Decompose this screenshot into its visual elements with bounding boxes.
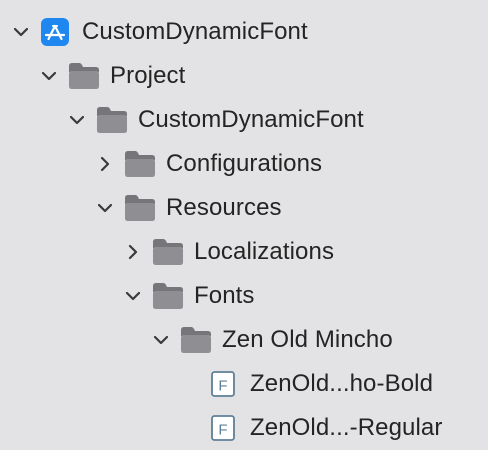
chevron-down-icon[interactable] <box>96 199 114 217</box>
folder-icon <box>152 238 184 266</box>
folder-icon <box>124 150 156 178</box>
navigator-item-label: ZenOld...-Regular <box>250 414 443 441</box>
navigator-row-project-root[interactable]: CustomDynamicFont <box>0 10 488 54</box>
chevron-down-icon[interactable] <box>40 67 58 85</box>
chevron-down-icon[interactable] <box>124 287 142 305</box>
navigator-item-label: Project <box>110 62 186 89</box>
font-file-icon: F <box>210 414 242 442</box>
navigator-item-label: Resources <box>166 194 282 221</box>
folder-icon <box>124 194 156 222</box>
navigator-item-label: Localizations <box>194 238 335 265</box>
folder-icon <box>68 62 100 90</box>
navigator-row-localizations[interactable]: Localizations <box>0 230 488 274</box>
navigator-row-fonts[interactable]: Fonts <box>0 274 488 318</box>
navigator-item-label: CustomDynamicFont <box>138 106 364 133</box>
chevron-right-icon[interactable] <box>124 243 142 261</box>
navigator-item-label: ZenOld...ho-Bold <box>250 370 434 397</box>
navigator-row-configurations[interactable]: Configurations <box>0 142 488 186</box>
navigator-row-zen-old-mincho[interactable]: Zen Old Mincho <box>0 318 488 362</box>
folder-icon <box>152 282 184 310</box>
font-file-badge: F <box>218 378 227 395</box>
navigator-row-font-file-regular[interactable]: F ZenOld...-Regular <box>0 406 488 450</box>
folder-icon <box>180 326 212 354</box>
navigator-item-label: Configurations <box>166 150 323 177</box>
font-file-badge: F <box>218 422 227 439</box>
navigator-row-font-file-bold[interactable]: F ZenOld...ho-Bold <box>0 362 488 406</box>
chevron-down-icon[interactable] <box>152 331 170 349</box>
navigator-item-label: CustomDynamicFont <box>82 18 308 45</box>
navigator-item-label: Zen Old Mincho <box>222 326 393 353</box>
navigator-item-label: Fonts <box>194 282 255 309</box>
chevron-down-icon[interactable] <box>12 23 30 41</box>
folder-icon <box>96 106 128 134</box>
chevron-right-icon[interactable] <box>96 155 114 173</box>
app-project-icon <box>40 18 72 46</box>
navigator-row-customdynamicfont-folder[interactable]: CustomDynamicFont <box>0 98 488 142</box>
chevron-down-icon[interactable] <box>68 111 86 129</box>
project-navigator: CustomDynamicFont Project CustomDynamicF… <box>0 0 488 450</box>
navigator-row-resources[interactable]: Resources <box>0 186 488 230</box>
font-file-icon: F <box>210 370 242 398</box>
navigator-row-project-folder[interactable]: Project <box>0 54 488 98</box>
